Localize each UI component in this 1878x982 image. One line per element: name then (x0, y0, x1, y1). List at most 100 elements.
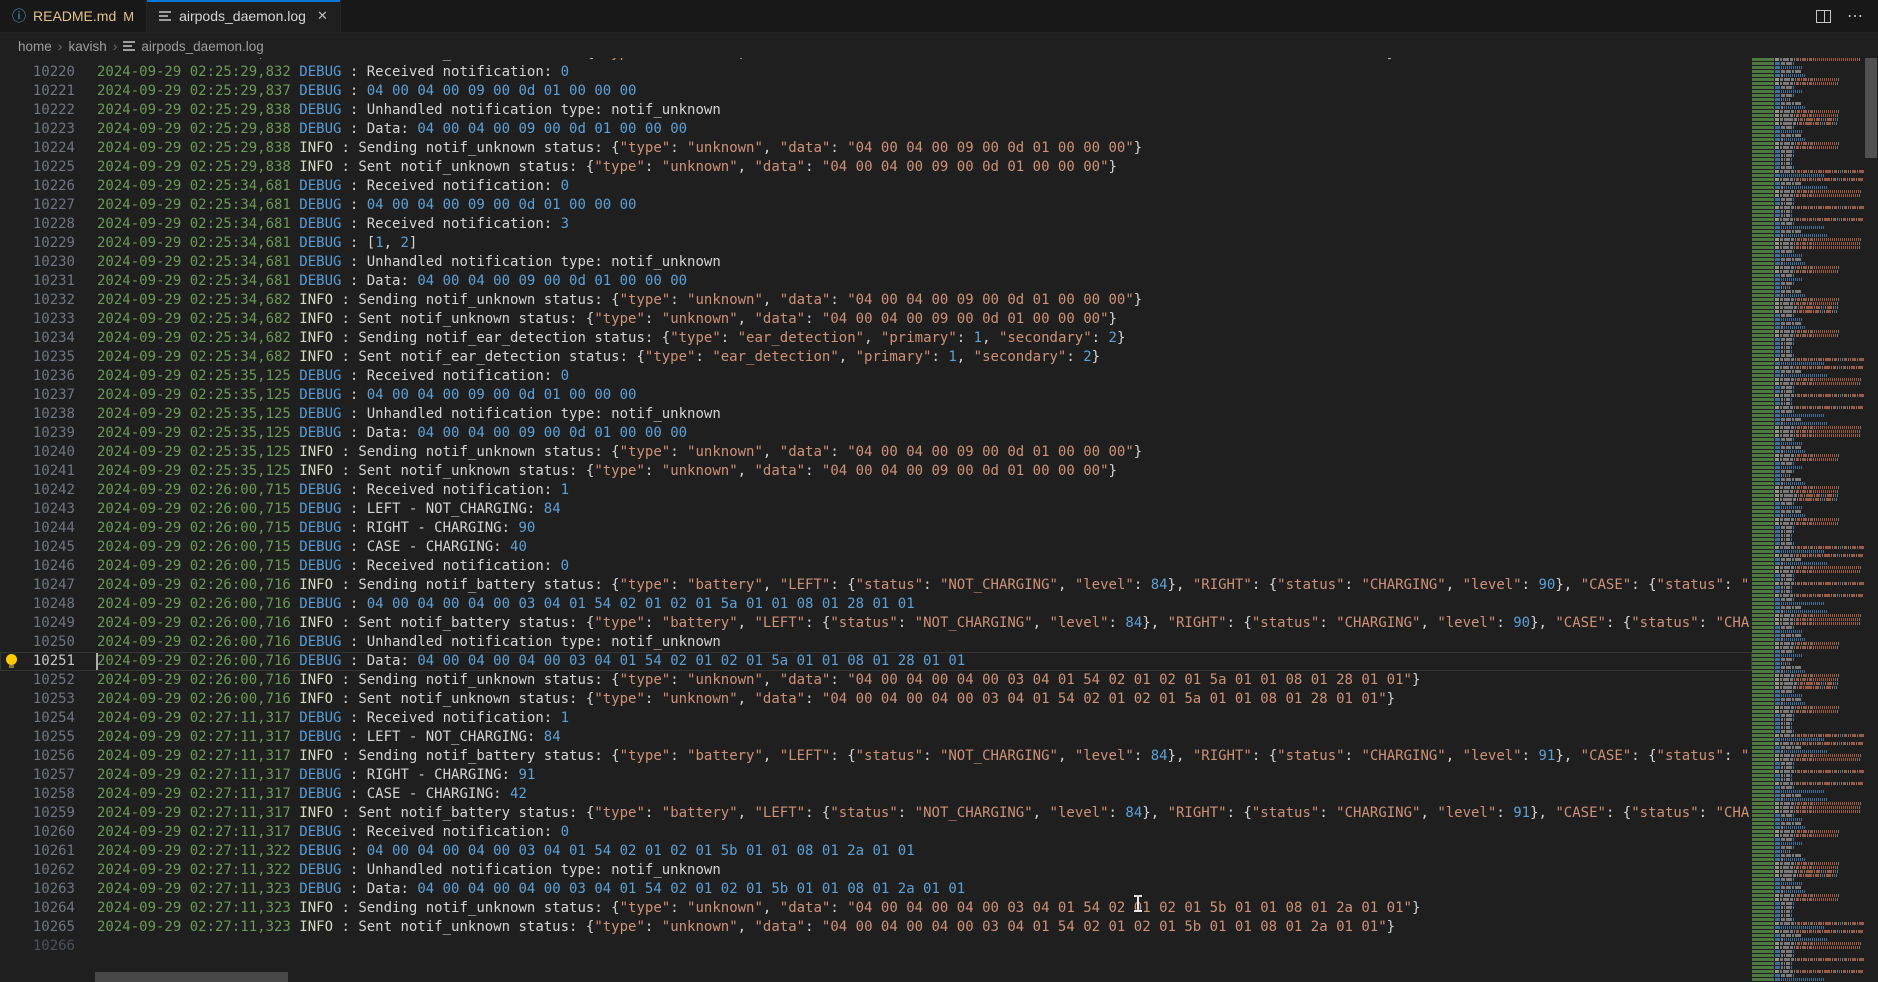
line-number[interactable]: 10263 (0, 880, 75, 899)
log-line[interactable]: 102422024-09-29 02:26:00,715 DEBUG : Rec… (0, 481, 1752, 500)
log-line[interactable]: 102332024-09-29 02:25:34,682 INFO : Sent… (0, 310, 1752, 329)
line-number[interactable]: 10264 (0, 899, 75, 918)
line-number[interactable]: 10225 (0, 158, 75, 177)
log-line[interactable]: 102442024-09-29 02:26:00,715 DEBUG : RIG… (0, 519, 1752, 538)
line-number[interactable]: 10261 (0, 842, 75, 861)
line-number[interactable]: 10260 (0, 823, 75, 842)
line-number[interactable]: 10246 (0, 557, 75, 576)
horizontal-scrollbar[interactable] (0, 972, 1752, 982)
line-number[interactable]: 10232 (0, 291, 75, 310)
log-line[interactable]: 102562024-09-29 02:27:11,317 INFO : Send… (0, 747, 1752, 766)
log-line[interactable]: 102342024-09-29 02:25:34,682 INFO : Send… (0, 329, 1752, 348)
log-line[interactable]: 102622024-09-29 02:27:11,322 DEBUG : Unh… (0, 861, 1752, 880)
log-line[interactable]: 102482024-09-29 02:26:00,716 DEBUG : 04 … (0, 595, 1752, 614)
line-number[interactable]: 10223 (0, 120, 75, 139)
line-number[interactable]: 10227 (0, 196, 75, 215)
line-number[interactable]: 10241 (0, 462, 75, 481)
log-line[interactable]: 102552024-09-29 02:27:11,317 DEBUG : LEF… (0, 728, 1752, 747)
line-number[interactable]: 10228 (0, 215, 75, 234)
editor[interactable]: 2024-09-29 02:25:29,832 INFO : Sent noti… (0, 58, 1878, 982)
log-line[interactable]: 102262024-09-29 02:25:34,681 DEBUG : Rec… (0, 177, 1752, 196)
line-number[interactable]: 10258 (0, 785, 75, 804)
log-line[interactable]: 102492024-09-29 02:26:00,716 INFO : Sent… (0, 614, 1752, 633)
log-line[interactable]: 102532024-09-29 02:26:00,716 INFO : Sent… (0, 690, 1752, 709)
line-number[interactable]: 10233 (0, 310, 75, 329)
log-line[interactable]: 102612024-09-29 02:27:11,322 DEBUG : 04 … (0, 842, 1752, 861)
line-number[interactable]: 10221 (0, 82, 75, 101)
line-number[interactable]: 10237 (0, 386, 75, 405)
line-number[interactable]: 10247 (0, 576, 75, 595)
line-number[interactable]: 10256 (0, 747, 75, 766)
line-number[interactable]: 10240 (0, 443, 75, 462)
log-line[interactable]: 102372024-09-29 02:25:35,125 DEBUG : 04 … (0, 386, 1752, 405)
line-number[interactable]: 10238 (0, 405, 75, 424)
log-line[interactable]: 102322024-09-29 02:25:34,682 INFO : Send… (0, 291, 1752, 310)
log-line[interactable]: 102232024-09-29 02:25:29,838 DEBUG : Dat… (0, 120, 1752, 139)
line-number[interactable]: 10222 (0, 101, 75, 120)
log-line[interactable]: 102242024-09-29 02:25:29,838 INFO : Send… (0, 139, 1752, 158)
line-number[interactable]: 10236 (0, 367, 75, 386)
tab-airpods-daemon-log[interactable]: airpods_daemon.log ✕ (147, 0, 341, 32)
log-line[interactable]: 102592024-09-29 02:27:11,317 INFO : Sent… (0, 804, 1752, 823)
log-line[interactable]: 102572024-09-29 02:27:11,317 DEBUG : RIG… (0, 766, 1752, 785)
log-line[interactable]: 102582024-09-29 02:27:11,317 DEBUG : CAS… (0, 785, 1752, 804)
log-line[interactable]: 102312024-09-29 02:25:34,681 DEBUG : Dat… (0, 272, 1752, 291)
log-line[interactable]: 102362024-09-29 02:25:35,125 DEBUG : Rec… (0, 367, 1752, 386)
log-line[interactable]: 102502024-09-29 02:26:00,716 DEBUG : Unh… (0, 633, 1752, 652)
line-number[interactable]: 10244 (0, 519, 75, 538)
log-line[interactable]: 102632024-09-29 02:27:11,323 DEBUG : Dat… (0, 880, 1752, 899)
line-number[interactable]: 10226 (0, 177, 75, 196)
log-line[interactable]: 10266 (0, 937, 1752, 956)
split-editor-icon[interactable] (1816, 10, 1831, 23)
line-number[interactable]: 10234 (0, 329, 75, 348)
line-number[interactable]: 10235 (0, 348, 75, 367)
line-number[interactable]: 10231 (0, 272, 75, 291)
log-line[interactable]: 102282024-09-29 02:25:34,681 DEBUG : Rec… (0, 215, 1752, 234)
line-number[interactable]: 10243 (0, 500, 75, 519)
log-line[interactable]: 102432024-09-29 02:26:00,715 DEBUG : LEF… (0, 500, 1752, 519)
log-line[interactable]: 102252024-09-29 02:25:29,838 INFO : Sent… (0, 158, 1752, 177)
line-number[interactable]: 10252 (0, 671, 75, 690)
log-line[interactable]: 102522024-09-29 02:26:00,716 INFO : Send… (0, 671, 1752, 690)
minimap[interactable] (1752, 58, 1864, 982)
line-number[interactable]: 10224 (0, 139, 75, 158)
line-number[interactable]: 10255 (0, 728, 75, 747)
log-line[interactable]: 102452024-09-29 02:26:00,715 DEBUG : CAS… (0, 538, 1752, 557)
log-line[interactable]: 102462024-09-29 02:26:00,715 DEBUG : Rec… (0, 557, 1752, 576)
log-line[interactable]: 102512024-09-29 02:26:00,716 DEBUG : Dat… (0, 652, 1752, 671)
log-line[interactable]: 102382024-09-29 02:25:35,125 DEBUG : Unh… (0, 405, 1752, 424)
line-number[interactable]: 10230 (0, 253, 75, 272)
breadcrumb-item-home[interactable]: home (18, 39, 52, 54)
more-actions-icon[interactable]: ⋯ (1847, 6, 1864, 26)
log-lines-viewport[interactable]: 2024-09-29 02:25:29,832 INFO : Sent noti… (0, 58, 1752, 982)
line-number[interactable]: 10242 (0, 481, 75, 500)
line-number[interactable]: 10257 (0, 766, 75, 785)
lightbulb-icon[interactable] (5, 654, 18, 669)
breadcrumb-item-kavish[interactable]: kavish (68, 39, 106, 54)
line-number[interactable]: 10249 (0, 614, 75, 633)
log-line[interactable]: 102392024-09-29 02:25:35,125 DEBUG : Dat… (0, 424, 1752, 443)
line-number[interactable]: 10265 (0, 918, 75, 937)
line-number[interactable]: 10259 (0, 804, 75, 823)
log-line[interactable]: 102652024-09-29 02:27:11,323 INFO : Sent… (0, 918, 1752, 937)
line-number[interactable]: 10220 (0, 63, 75, 82)
log-line[interactable]: 102352024-09-29 02:25:34,682 INFO : Sent… (0, 348, 1752, 367)
line-number[interactable]: 10266 (0, 937, 75, 956)
line-number[interactable]: 10250 (0, 633, 75, 652)
log-line[interactable]: 102412024-09-29 02:25:35,125 INFO : Sent… (0, 462, 1752, 481)
vertical-scrollbar[interactable] (1864, 58, 1878, 982)
log-line[interactable]: 102402024-09-29 02:25:35,125 INFO : Send… (0, 443, 1752, 462)
line-number[interactable]: 10229 (0, 234, 75, 253)
breadcrumb-item-file[interactable]: airpods_daemon.log (123, 39, 263, 54)
close-icon[interactable]: ✕ (317, 8, 328, 24)
log-line[interactable]: 102302024-09-29 02:25:34,681 DEBUG : Unh… (0, 253, 1752, 272)
log-line[interactable]: 102202024-09-29 02:25:29,832 DEBUG : Rec… (0, 63, 1752, 82)
log-line[interactable]: 102212024-09-29 02:25:29,837 DEBUG : 04 … (0, 82, 1752, 101)
tab-readme[interactable]: ⓘ README.md M (0, 0, 147, 32)
line-number[interactable]: 10245 (0, 538, 75, 557)
log-line[interactable]: 102542024-09-29 02:27:11,317 DEBUG : Rec… (0, 709, 1752, 728)
line-number[interactable]: 10253 (0, 690, 75, 709)
vertical-scrollbar-thumb[interactable] (1865, 58, 1877, 158)
line-number[interactable]: 10248 (0, 595, 75, 614)
line-number[interactable]: 10262 (0, 861, 75, 880)
